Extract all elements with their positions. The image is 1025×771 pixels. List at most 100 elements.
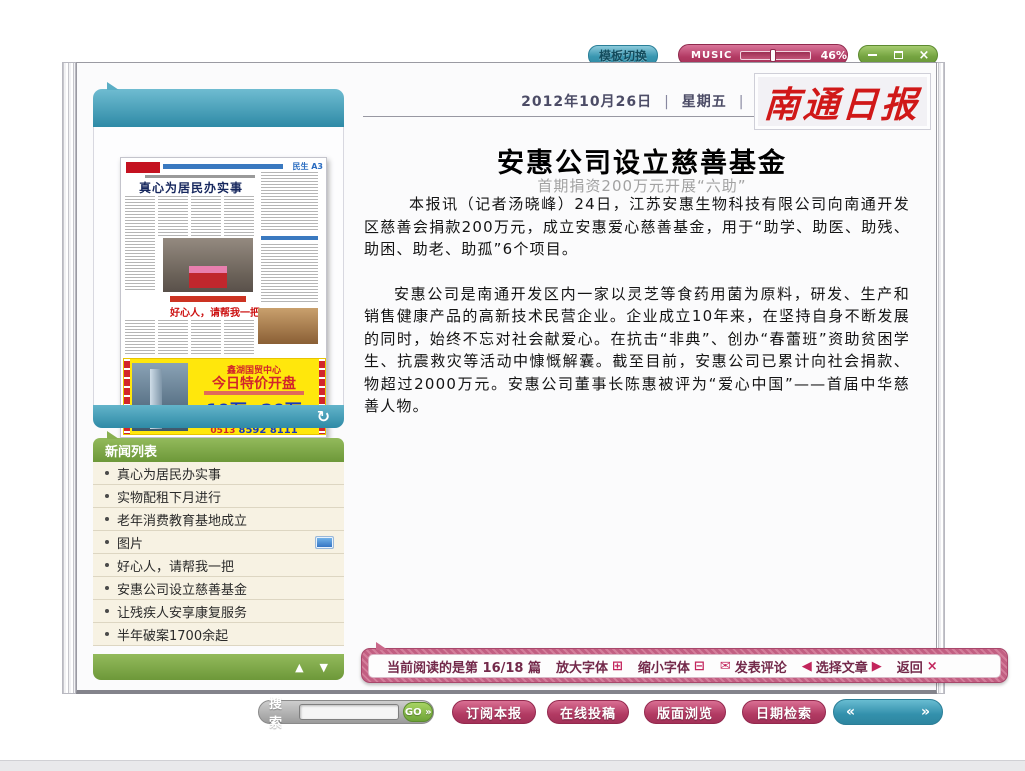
np-text-column [261,244,318,304]
bullet-icon [105,586,109,590]
np-photo-crowd [163,238,253,292]
news-list: 真心为居民办实事 实物配租下月进行 老年消费教育基地成立 图片 好 [93,462,344,646]
bottom-strip [0,760,1025,771]
page-nav-bar: « » [833,699,943,725]
list-item[interactable]: 真心为居民办实事 [93,462,344,485]
preview-header [93,89,344,127]
list-item[interactable]: 实物配租下月进行 [93,485,344,508]
list-item[interactable]: 图片 [93,531,344,554]
list-item-label: 老年消费教育基地成立 [117,510,247,529]
date-text: 2012年10月26日 [521,94,652,110]
prev-article-button[interactable]: ◀ [802,659,812,674]
np-text-column [125,320,155,354]
newspaper-thumbnail[interactable]: 民生 A3 真心为居民办实事 好心人，请帮我一把 [120,157,327,438]
article-paragraph: 安惠公司是南通开发区内一家以灵芝等食药用菌为原料，研发、生产和销售健康产品的高新… [364,283,910,418]
article-body: 本报讯（记者汤晓峰）24日，江苏安惠生物科技有限公司向南通开发区慈善会捐款200… [364,193,910,418]
preview-footer: ↻ [93,405,344,428]
list-item[interactable]: 半年破案1700余起 [93,623,344,646]
bullet-icon [105,494,109,498]
image-icon [315,536,334,549]
up-arrow-icon: ▲ [295,661,303,674]
list-item-label: 好心人，请帮我一把 [117,556,234,575]
down-arrow-icon: ▼ [320,661,328,674]
np-text-column [191,196,221,236]
page-frame: 民生 A3 真心为居民办实事 好心人，请帮我一把 [62,62,945,694]
weekday-text: 星期五 [682,94,727,110]
search-bar: 搜索 GO » [258,700,434,724]
np-text-column [191,320,221,354]
np-text-column [224,196,254,236]
bullet-icon [105,471,109,475]
subscribe-button[interactable]: 订阅本报 [452,700,536,724]
preview-header-tail [107,82,119,90]
bullet-icon [105,563,109,567]
list-item[interactable]: 让残疾人安享康复服务 [93,600,344,623]
search-label: 搜索 [269,693,291,731]
list-item[interactable]: 好心人，请帮我一把 [93,554,344,577]
current-article-indicator: 当前阅读的是第 16/18 篇 [387,657,541,676]
list-item[interactable]: 老年消费教育基地成立 [93,508,344,531]
back-button[interactable]: 返回 × [897,657,938,676]
page-browse-button[interactable]: 版面浏览 [644,700,726,724]
np-text-column [158,196,188,236]
scroll-down-button[interactable]: ▼ [320,662,328,673]
ad-headline: 今日特价开盘 [190,373,318,393]
back-close-icon: × [927,659,938,674]
reading-toolbar-tail [376,642,388,650]
list-item-label: 半年破案1700余起 [117,625,228,644]
page-content: 民生 A3 真心为居民办实事 好心人，请帮我一把 [76,62,937,694]
newspaper-logo: 南通日报 [763,76,922,128]
news-list-title: 新闻列表 [105,441,157,460]
np-text-column [158,320,188,354]
zoom-in-text-button[interactable]: 放大字体 ⊞ [556,657,623,676]
list-item[interactable]: 安惠公司设立慈善基金 [93,577,344,600]
list-item-label: 图片 [117,533,143,552]
go-button[interactable]: GO » [403,702,433,722]
np-headline-main: 真心为居民办实事 [125,179,257,196]
refresh-button[interactable]: ↻ [317,406,330,427]
preview-body: 民生 A3 真心为居民办实事 好心人，请帮我一把 [93,127,344,405]
reading-toolbar-inner: 当前阅读的是第 16/18 篇 放大字体 ⊞ 缩小字体 ⊟ ✉ 发表评论 ◀ 选… [368,654,1001,678]
music-percent: 46% [821,49,847,62]
bullet-icon [105,540,109,544]
np-text-column [125,196,155,292]
next-article-button[interactable]: ▶ [872,659,882,674]
np-column-heading [261,236,318,240]
list-item-label: 实物配租下月进行 [117,487,221,506]
zoom-out-text-button[interactable]: 缩小字体 ⊟ [638,657,705,676]
bullet-icon [105,609,109,613]
zoom-in-label: 放大字体 [556,657,608,676]
refresh-icon: ↻ [317,407,330,426]
mail-icon: ✉ [720,659,731,674]
separator: | [727,94,757,110]
scroll-up-button[interactable]: ▲ [295,662,303,673]
music-label: MUSIC [691,50,732,61]
comment-button[interactable]: ✉ 发表评论 [720,657,787,676]
select-article-label: 选择文章 [816,657,868,676]
music-slider[interactable] [740,51,810,60]
np-masthead-logo [126,162,160,173]
zoom-in-icon: ⊞ [612,659,623,674]
np-red-banner [170,296,246,302]
np-text-column [261,172,318,232]
date-search-button[interactable]: 日期检索 [742,700,826,724]
news-list-header: 新闻列表 [93,438,344,462]
online-submit-button[interactable]: 在线投稿 [547,700,629,724]
select-article-control: ◀ 选择文章 ▶ [802,657,882,676]
np-text-column [224,320,254,354]
news-list-header-tail [107,431,119,439]
list-item-label: 安惠公司设立慈善基金 [117,579,247,598]
search-input[interactable] [299,704,399,720]
separator: | [652,94,682,110]
back-label: 返回 [897,657,923,676]
bullet-icon [105,517,109,521]
np-donation-box [189,266,227,288]
nav-next-button[interactable]: » [921,705,930,719]
book-edge-left [62,62,76,694]
nav-prev-button[interactable]: « [846,705,855,719]
minimize-icon [868,54,877,56]
list-item-label: 让残疾人安享康复服务 [117,602,247,621]
close-icon: × [919,49,930,62]
ad-text-bar [204,391,304,395]
music-slider-thumb[interactable] [770,49,776,62]
